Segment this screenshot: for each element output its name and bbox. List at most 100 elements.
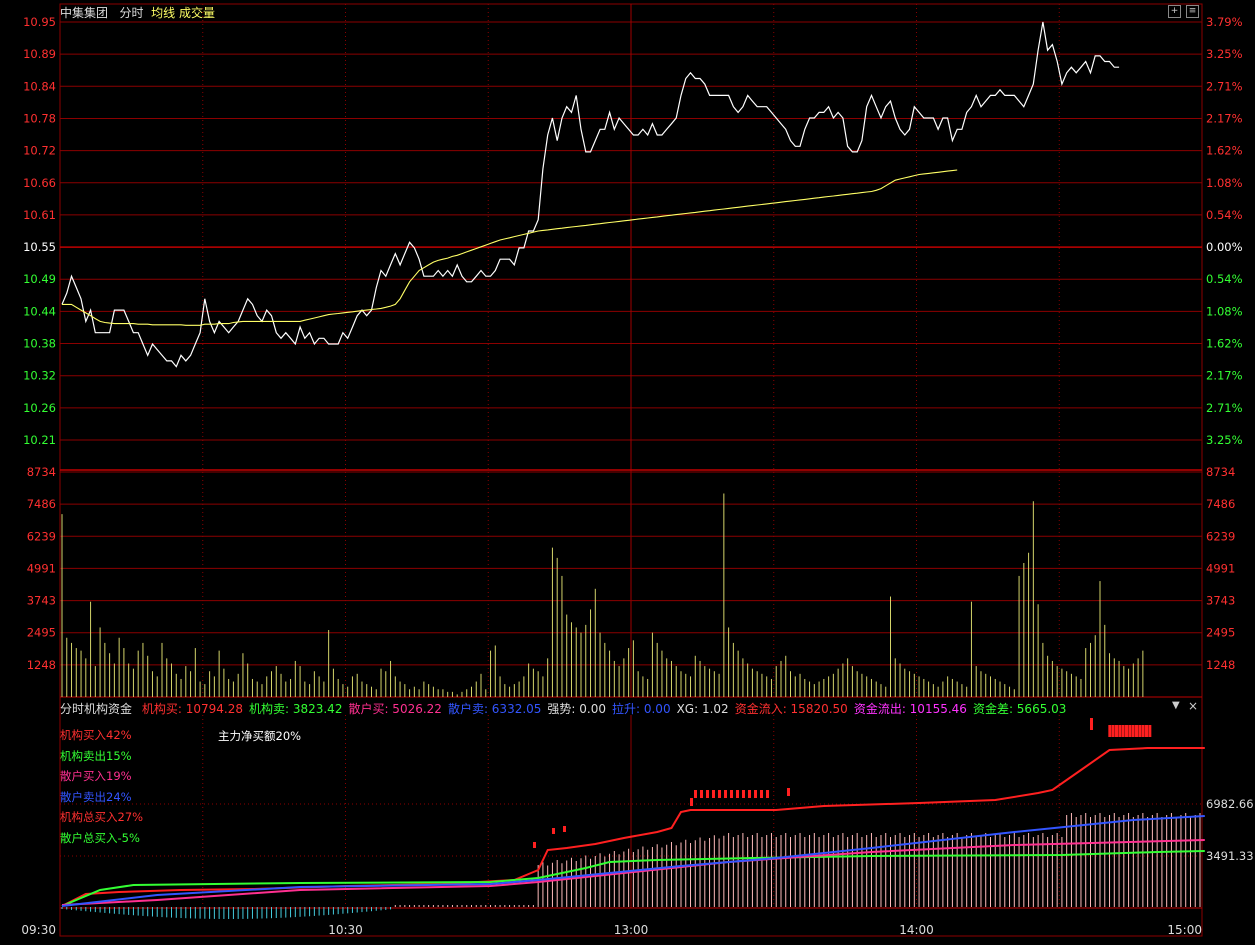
indicator-note: 主力净买额20% — [218, 729, 302, 743]
indicator-tick-label: 6982.66 — [1206, 797, 1254, 811]
indicator-value-3: 散户卖: 6332.05 — [447, 702, 542, 716]
price-tick-label: 10.26 — [23, 401, 56, 415]
pct-tick-label: 1.08% — [1206, 304, 1243, 318]
legend-item: 机构总买入27% — [60, 810, 144, 824]
signal-marker — [690, 798, 693, 806]
chart-stage[interactable]: 10.95 3.79% 10.89 3.25% 10.84 2.71% 10.78 2.17%… — [0, 0, 1255, 942]
time-label: 14:00 — [899, 923, 934, 937]
signal-marker — [724, 790, 727, 798]
signal-marker — [718, 790, 721, 798]
time-label: 10:30 — [328, 923, 363, 937]
stock-name: 中集集团 — [60, 6, 109, 20]
indicator-tick-label: 3491.33 — [1206, 849, 1254, 863]
price-tick-label: 10.55 — [23, 240, 56, 254]
pct-tick-label: 3.79% — [1206, 15, 1243, 29]
indicator-value-4: 强势: 0.00 — [547, 702, 606, 716]
legend-item: 散户买入19% — [60, 769, 132, 783]
volume-tick-label-right: 6239 — [1206, 529, 1235, 543]
indicator-value-2: 散户买: 5026.22 — [348, 702, 442, 716]
signal-marker — [1121, 725, 1125, 737]
legend-item: 散户总买入-5% — [60, 830, 140, 845]
price-tick-label: 10.78 — [23, 111, 56, 125]
signal-marker — [1135, 725, 1138, 737]
signal-marker — [1141, 725, 1145, 737]
signal-marker — [533, 842, 536, 848]
indicator-value-0: 机构买: 10794.28 — [141, 702, 243, 716]
indicator-dropdown-icon[interactable]: ▼ — [1172, 700, 1180, 711]
price-tick-label: 10.72 — [23, 144, 56, 158]
avg-line-label: 均线 — [151, 6, 176, 20]
volume-tick-label-right: 3743 — [1206, 594, 1235, 608]
indicator-value-5: 拉升: 0.00 — [612, 702, 671, 716]
signal-marker — [730, 790, 733, 798]
signal-marker — [1148, 725, 1152, 737]
indicator-legend: 机构买入42% 机构卖出15% 散户买入19% 散户卖出24% 机构总买入27% 散户总买… — [60, 727, 143, 850]
legend-item: 机构买入42% — [60, 728, 132, 742]
signal-marker — [552, 828, 555, 834]
volume-tick-label: 1248 — [27, 658, 56, 672]
indicator-value-8: 资金流出: 10155.46 — [853, 702, 967, 716]
time-label: 13:00 — [614, 923, 649, 937]
pct-tick-label: 1.62% — [1206, 144, 1243, 158]
signal-marker — [1128, 725, 1132, 737]
pct-tick-label: 2.71% — [1206, 79, 1243, 93]
signal-marker — [1111, 725, 1115, 737]
signal-marker — [1138, 725, 1142, 737]
indicator-name[interactable]: 分时机构资金 — [60, 702, 132, 716]
pct-tick-label: 3.25% — [1206, 433, 1243, 447]
volume-tick-label: 4991 — [27, 561, 56, 575]
pct-tick-label: 2.17% — [1206, 369, 1243, 383]
pct-tick-label: 0.00% — [1206, 240, 1243, 254]
volume-label: 成交量 — [178, 6, 215, 20]
volume-tick-label-right: 2495 — [1206, 626, 1235, 640]
pct-tick-label: 2.17% — [1206, 111, 1243, 125]
price-tick-label: 10.61 — [23, 208, 56, 222]
legend-item: 散户卖出24% — [60, 789, 132, 804]
volume-tick-label: 7486 — [27, 497, 56, 511]
volume-tick-label: 6239 — [27, 529, 56, 543]
pct-tick-label: 0.54% — [1206, 272, 1243, 286]
price-tick-label: 10.84 — [23, 79, 56, 93]
volume-tick-label-right: 7486 — [1206, 497, 1235, 511]
indicator-value-1: 机构卖: 3823.42 — [248, 702, 343, 716]
price-tick-label: 10.32 — [23, 369, 56, 383]
signal-marker — [694, 790, 697, 798]
mode-label[interactable]: 分时 — [119, 6, 143, 20]
volume-tick-label-right: 1248 — [1206, 658, 1235, 672]
chart-header: 中集集团 分时 均线 成交量 — [60, 4, 215, 21]
time-label: 15:00 — [1167, 923, 1202, 937]
signal-marker — [712, 790, 715, 798]
indicator-header: 分时机构资金 机构买: 10794.28 机构卖: 3823.42 散户买: 502… — [60, 700, 1066, 717]
signal-marker — [748, 790, 751, 798]
signal-marker — [700, 790, 703, 798]
indicator-value-7: 资金流入: 15820.50 — [734, 702, 848, 716]
price-tick-label: 10.44 — [23, 304, 56, 318]
signal-marker — [754, 790, 757, 798]
price-tick-label: 10.89 — [23, 47, 56, 61]
chart-canvas[interactable]: 10.95 3.79% 10.89 3.25% 10.84 2.71% 10.78 2.17%… — [0, 0, 1255, 942]
legend-item: 机构卖出15% — [60, 748, 132, 763]
pct-tick-label: 2.71% — [1206, 401, 1243, 415]
signal-marker — [706, 790, 709, 798]
signal-marker — [787, 788, 790, 796]
volume-tick-label: 3743 — [27, 594, 56, 608]
signal-marker — [1118, 725, 1122, 737]
signal-marker — [1131, 725, 1135, 737]
signal-marker — [1108, 725, 1112, 737]
indicator-close-icon[interactable]: × — [1188, 699, 1198, 713]
signal-marker — [766, 790, 769, 798]
pct-tick-label: 1.62% — [1206, 337, 1243, 351]
price-tick-label: 10.49 — [23, 272, 56, 286]
volume-tick-label-right: 8734 — [1206, 465, 1235, 479]
price-tick-label: 10.66 — [23, 176, 56, 190]
signal-marker — [1145, 725, 1148, 737]
signal-marker — [1115, 725, 1118, 737]
indicator-value-9: 资金差: 5665.03 — [972, 702, 1067, 716]
menu-button[interactable]: ≡ — [1186, 5, 1199, 18]
signal-marker — [742, 790, 745, 798]
price-tick-label: 10.95 — [23, 15, 56, 29]
signal-marker — [760, 790, 763, 798]
zoom-plus-button[interactable]: + — [1168, 5, 1181, 18]
volume-tick-label: 2495 — [27, 626, 56, 640]
indicator-value-6: XG: 1.02 — [676, 702, 729, 716]
